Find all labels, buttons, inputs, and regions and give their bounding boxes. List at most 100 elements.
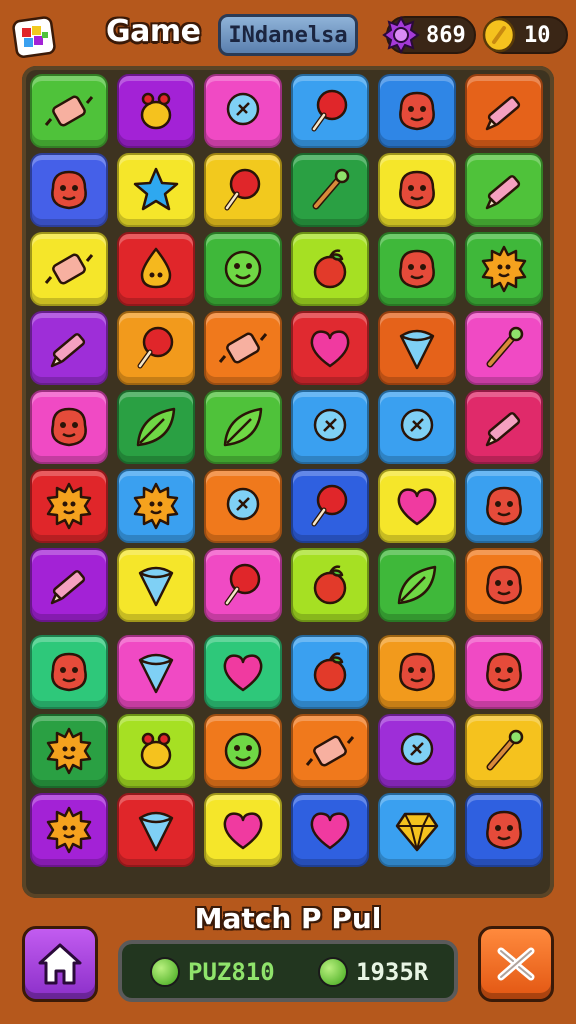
board-tile[interactable]: [204, 469, 282, 543]
board-tile[interactable]: [30, 311, 108, 385]
candy-icon: [218, 332, 268, 364]
board-tile[interactable]: [291, 548, 369, 622]
board-tile[interactable]: [291, 232, 369, 306]
board-tile[interactable]: [117, 153, 195, 227]
board-tile[interactable]: [465, 153, 543, 227]
pin-icon: [226, 92, 260, 126]
board-tile[interactable]: [117, 469, 195, 543]
coins-value: 10: [524, 22, 551, 48]
board-tile[interactable]: [30, 390, 108, 464]
pencil-icon: [50, 333, 86, 368]
board-tile[interactable]: [291, 469, 369, 543]
board-tile[interactable]: [204, 635, 282, 709]
close-button[interactable]: [478, 926, 554, 1002]
game-title: Game: [106, 14, 201, 49]
board-tile[interactable]: [117, 311, 195, 385]
board-tile[interactable]: [291, 714, 369, 788]
monster-icon: [399, 652, 435, 692]
board-tile[interactable]: [204, 74, 282, 148]
board-tile[interactable]: [117, 390, 195, 464]
board-tile[interactable]: [30, 153, 108, 227]
board-tile[interactable]: [465, 74, 543, 148]
heart-icon: [310, 812, 350, 850]
board-tile[interactable]: [291, 311, 369, 385]
lollipop-icon: [311, 484, 348, 527]
face-icon: [224, 250, 262, 288]
sun-icon: [46, 806, 92, 854]
board-tile[interactable]: [204, 232, 282, 306]
board-tile[interactable]: [378, 714, 456, 788]
board-tile[interactable]: [204, 153, 282, 227]
lollipop-icon: [311, 89, 348, 132]
monster-icon: [51, 407, 87, 447]
gems-value: 869: [426, 22, 466, 48]
board-tile[interactable]: [204, 714, 282, 788]
board-tile[interactable]: [378, 232, 456, 306]
board-tile[interactable]: [378, 469, 456, 543]
board-tile[interactable]: [30, 469, 108, 543]
board-tile[interactable]: [465, 635, 543, 709]
monster-icon: [486, 565, 522, 605]
monster-icon: [486, 486, 522, 526]
board-tile[interactable]: [465, 548, 543, 622]
heart-icon: [223, 812, 263, 850]
board-tile[interactable]: [204, 311, 282, 385]
board-tile[interactable]: [117, 74, 195, 148]
board-tile[interactable]: [204, 390, 282, 464]
board-tile[interactable]: [30, 232, 108, 306]
lollipop-icon: [224, 168, 261, 211]
board-tile[interactable]: [291, 390, 369, 464]
top-bar: Game INdanelsa 869 10: [0, 0, 576, 72]
sun-icon: [46, 482, 92, 530]
bug-icon: [140, 732, 172, 770]
leaf-icon: [223, 407, 263, 447]
board-tile[interactable]: [465, 311, 543, 385]
board-tile[interactable]: [30, 74, 108, 148]
heart-icon: [223, 654, 263, 692]
heart-icon: [397, 488, 437, 526]
board-tile[interactable]: [378, 548, 456, 622]
board-tile[interactable]: [465, 232, 543, 306]
board-tile[interactable]: [204, 548, 282, 622]
board-tile[interactable]: [117, 714, 195, 788]
game-board: [22, 66, 554, 898]
board-tile[interactable]: [465, 793, 543, 867]
board-tile[interactable]: [465, 390, 543, 464]
board-tile[interactable]: [117, 635, 195, 709]
board-tile[interactable]: [378, 74, 456, 148]
board-tile[interactable]: [30, 635, 108, 709]
monster-icon: [486, 810, 522, 850]
board-tile[interactable]: [378, 153, 456, 227]
board-tile[interactable]: [465, 714, 543, 788]
lollipop-icon: [224, 563, 261, 606]
board-tile[interactable]: [30, 714, 108, 788]
home-button[interactable]: [22, 926, 98, 1002]
gem-icon: [395, 812, 439, 852]
pencil-icon: [485, 96, 521, 131]
wand-icon: [486, 729, 524, 771]
board-tile[interactable]: [465, 469, 543, 543]
board-tile[interactable]: [30, 548, 108, 622]
apple-icon: [313, 652, 347, 692]
cone-icon: [138, 566, 174, 607]
pin-icon: [400, 732, 434, 766]
board-tile[interactable]: [378, 793, 456, 867]
board-tile[interactable]: [291, 153, 369, 227]
board-tile[interactable]: [291, 793, 369, 867]
coin-icon: [482, 17, 516, 53]
board-tile[interactable]: [117, 548, 195, 622]
board-tile[interactable]: [117, 232, 195, 306]
score-right-value: 1935R: [356, 958, 429, 986]
apple-icon: [313, 565, 347, 605]
board-tile[interactable]: [204, 793, 282, 867]
board-tile[interactable]: [30, 793, 108, 867]
board-tile[interactable]: [378, 635, 456, 709]
level-name-button[interactable]: INdanelsa: [218, 14, 358, 56]
pin-icon: [313, 408, 347, 442]
score-left: PUZ810: [150, 952, 275, 992]
board-tile[interactable]: [378, 311, 456, 385]
board-tile[interactable]: [378, 390, 456, 464]
board-tile[interactable]: [291, 635, 369, 709]
board-tile[interactable]: [117, 793, 195, 867]
board-tile[interactable]: [291, 74, 369, 148]
